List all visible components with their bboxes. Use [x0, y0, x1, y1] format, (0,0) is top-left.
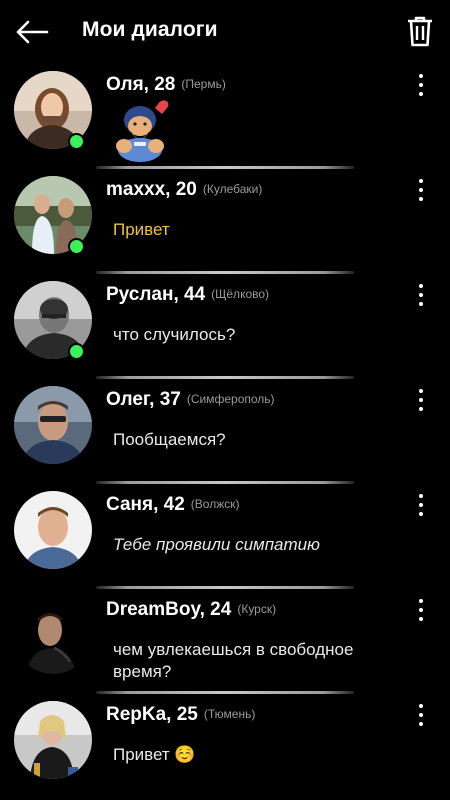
dialog-name: Саня, 42 — [106, 494, 185, 515]
dialog-name: DreamBoy, 24 — [106, 599, 232, 620]
dialog-city: (Тюмень) — [203, 707, 256, 721]
dialog-message: Привет — [113, 220, 170, 239]
dialog-city: (Щёлково) — [211, 287, 270, 301]
more-vert-icon[interactable] — [414, 284, 428, 310]
avatar[interactable] — [14, 701, 92, 779]
online-indicator — [68, 133, 85, 150]
dialog-item[interactable]: DreamBoy, 24 (Курск) чем увлекаешься в св… — [0, 589, 450, 694]
avatar[interactable] — [14, 491, 92, 569]
dialog-list: Оля, 28 (Пермь) maxxx, 20 (Кулебаки) При… — [0, 64, 450, 799]
dialog-city: (Пермь) — [181, 77, 226, 91]
bear-sticker — [116, 100, 169, 162]
more-vert-icon[interactable] — [414, 74, 428, 100]
dialog-item[interactable]: Саня, 42 (Волжск) Тебе проявили симпатию — [0, 484, 450, 589]
dialog-name: Руслан, 44 — [106, 284, 206, 305]
more-vert-icon[interactable] — [414, 494, 428, 520]
dialog-name: Оля, 28 — [106, 74, 176, 95]
avatar[interactable] — [14, 596, 92, 674]
dialog-message: Тебе проявили симпатию — [113, 535, 320, 554]
dialog-item[interactable]: Олег, 37 (Симферополь) Пообщаемся? — [0, 379, 450, 484]
dialog-message: Пообщаемся? — [113, 430, 226, 449]
more-vert-icon[interactable] — [414, 704, 428, 730]
dialog-item[interactable]: RepKa, 25 (Тюмень) Привет ☺️ — [0, 694, 450, 799]
dialog-item[interactable]: Оля, 28 (Пермь) — [0, 64, 450, 169]
online-indicator — [68, 343, 85, 360]
dialog-name: maxxx, 20 — [106, 179, 197, 200]
page-title: Мои диалоги — [82, 18, 218, 41]
trash-icon[interactable] — [404, 14, 436, 48]
dialog-message: чем увлекаешься в свободное время? — [113, 640, 354, 681]
online-indicator — [68, 238, 85, 255]
more-vert-icon[interactable] — [414, 599, 428, 625]
dialog-city: (Симферополь) — [186, 392, 275, 406]
dialog-city: (Кулебаки) — [202, 182, 263, 196]
avatar[interactable] — [14, 386, 92, 464]
dialog-item[interactable]: Руслан, 44 (Щёлково) что случилось? — [0, 274, 450, 379]
dialog-name: RepKa, 25 — [106, 704, 198, 725]
dialog-name: Олег, 37 — [106, 389, 181, 410]
dialog-city: (Волжск) — [190, 497, 240, 511]
more-vert-icon[interactable] — [414, 389, 428, 415]
more-vert-icon[interactable] — [414, 179, 428, 205]
dialog-message: что случилось? — [113, 325, 236, 344]
dialog-item[interactable]: maxxx, 20 (Кулебаки) Привет — [0, 169, 450, 274]
arrow-left-icon[interactable] — [14, 16, 50, 48]
top-bar: Мои диалоги — [0, 0, 450, 64]
dialog-city: (Курск) — [237, 602, 277, 616]
dialog-message: Привет ☺️ — [113, 745, 196, 764]
